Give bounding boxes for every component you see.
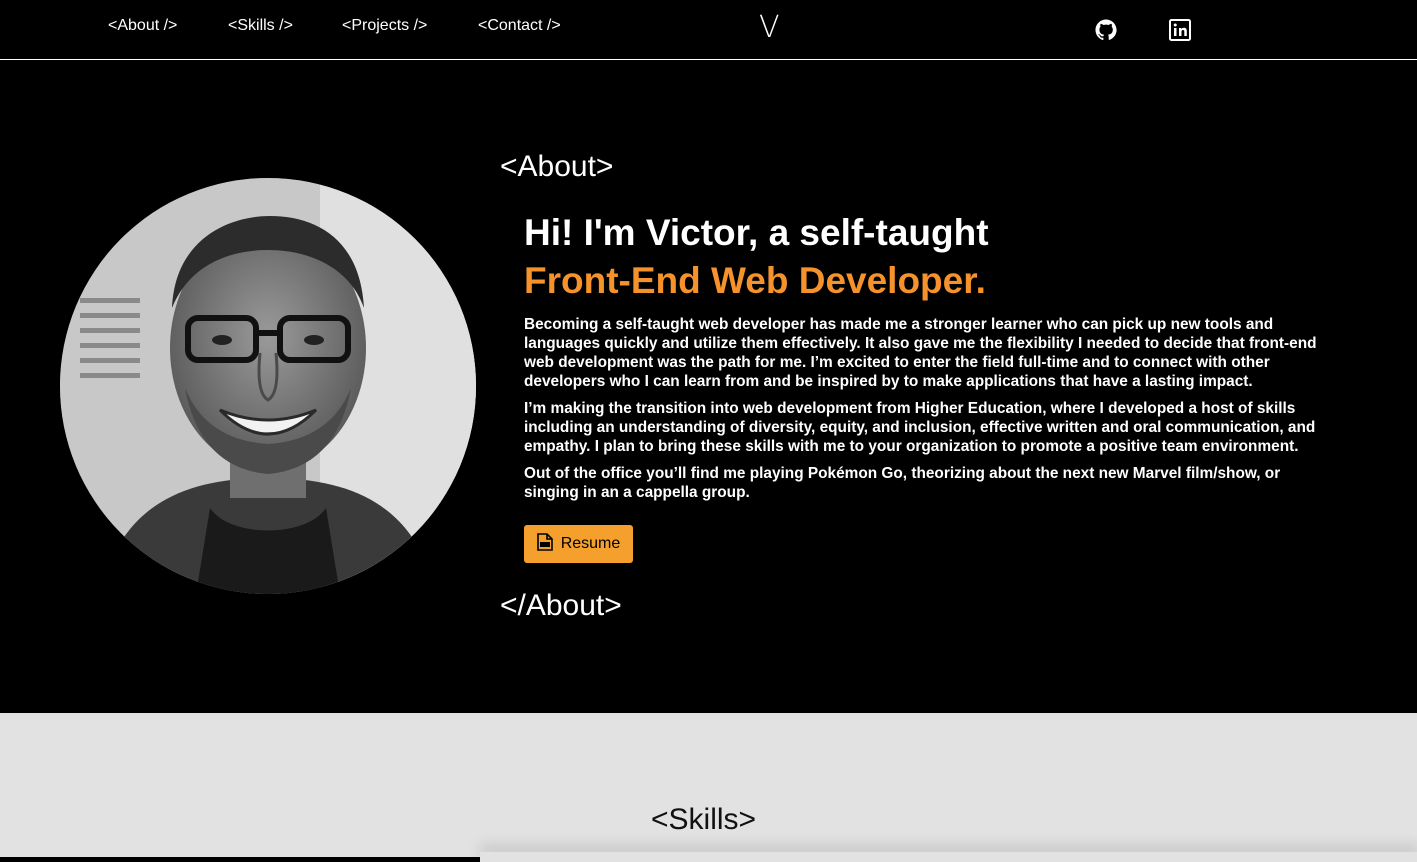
top-navigation: <About /> <Skills /> <Projects /> <Conta…	[0, 0, 1417, 60]
nav-link-projects[interactable]: <Projects />	[342, 17, 427, 35]
about-paragraph-2: I’m making the transition into web devel…	[524, 400, 1316, 455]
headline: Hi! I'm Victor, a self-taught	[524, 212, 989, 253]
about-paragraph-1: Becoming a self-taught web developer has…	[524, 316, 1317, 390]
linkedin-icon[interactable]	[1168, 18, 1192, 42]
about-close-tag: </About>	[500, 589, 622, 622]
resume-label: Resume	[560, 535, 621, 552]
pdf-icon	[536, 532, 553, 556]
skills-title: <Skills>	[651, 803, 757, 836]
nav-link-contact[interactable]: <Contact />	[478, 17, 561, 35]
nav-link-skills[interactable]: <Skills />	[228, 17, 293, 35]
about-paragraph-3: Out of the office you’ll find me playing…	[524, 465, 1281, 501]
profile-photo	[60, 178, 476, 594]
nav-link-about[interactable]: <About />	[108, 17, 177, 35]
about-open-tag: <About>	[500, 150, 614, 183]
resume-button[interactable]: Resume	[524, 525, 633, 563]
skills-card-edge	[480, 852, 1417, 862]
headline-accent: Front-End Web Developer.	[524, 260, 986, 301]
site-logo[interactable]: V	[759, 10, 780, 45]
github-icon[interactable]	[1094, 18, 1118, 42]
